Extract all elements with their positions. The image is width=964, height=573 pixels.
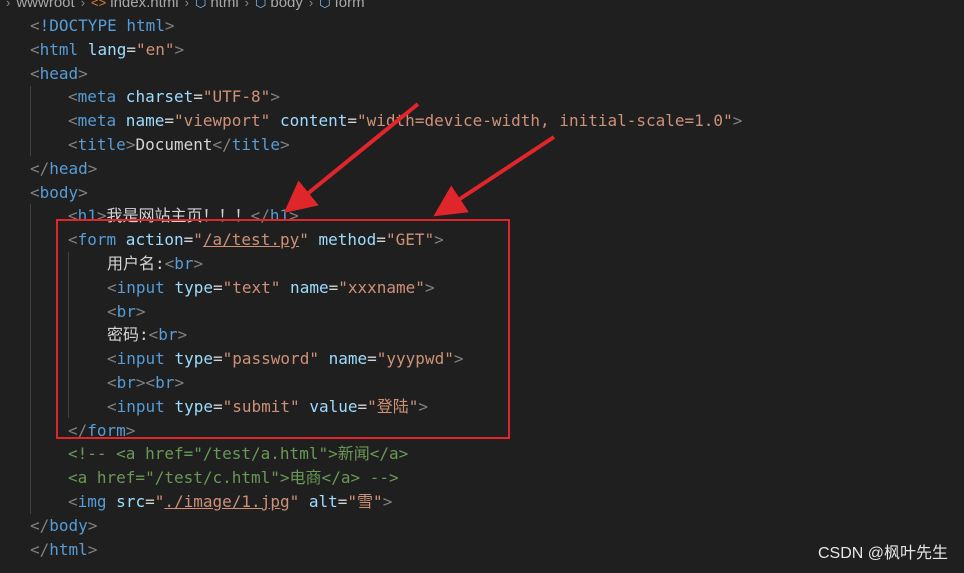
- code-line: <title>Document</title>: [68, 134, 290, 154]
- breadcrumb-item-wwwroot[interactable]: wwwroot: [16, 0, 74, 12]
- chevron-right-icon: ›: [184, 0, 189, 10]
- form-highlight-box: [56, 219, 510, 439]
- breadcrumb-item-form[interactable]: ⬡ form: [319, 0, 364, 12]
- watermark: CSDN @枫叶先生: [817, 545, 948, 562]
- chevron-right-icon: ›: [244, 0, 249, 10]
- code-line: <a href="/test/c.html">电商</a> -->: [68, 468, 399, 488]
- breadcrumb-item-index-html[interactable]: <> index.html: [91, 0, 179, 12]
- code-editor[interactable]: › wwwroot › <> index.html › ⬡ html › ⬡ b…: [0, 0, 964, 573]
- code-line: <!-- <a href="/test/a.html">新闻</a>: [68, 444, 409, 464]
- element-cube-icon: ⬡: [255, 0, 267, 10]
- chevron-right-icon: ›: [6, 0, 11, 10]
- breadcrumb-item-html[interactable]: ⬡ html: [195, 0, 239, 12]
- code-line: <html lang="en">: [30, 39, 185, 59]
- code-line: </body>: [30, 515, 98, 535]
- code-line: </html>: [30, 539, 98, 559]
- breadcrumb: › wwwroot › <> index.html › ⬡ html › ⬡ b…: [0, 0, 365, 12]
- chevron-right-icon: ›: [308, 0, 314, 10]
- code-line: <meta name="viewport" content="width=dev…: [68, 111, 743, 131]
- element-cube-icon: ⬡: [194, 0, 207, 10]
- code-line: </head>: [30, 158, 98, 178]
- code-line: <body>: [30, 182, 88, 202]
- code-line: <img src="./image/1.jpg" alt="雪">: [68, 491, 393, 511]
- html-file-icon: <>: [91, 0, 107, 10]
- code-line: <!DOCTYPE html>: [30, 16, 175, 35]
- breadcrumb-item-body[interactable]: ⬡ body: [255, 0, 303, 12]
- element-cube-icon: ⬡: [319, 0, 331, 10]
- chevron-right-icon: ›: [80, 0, 86, 10]
- code-line: <head>: [30, 63, 88, 83]
- code-line: <meta charset="UTF-8">: [68, 87, 280, 107]
